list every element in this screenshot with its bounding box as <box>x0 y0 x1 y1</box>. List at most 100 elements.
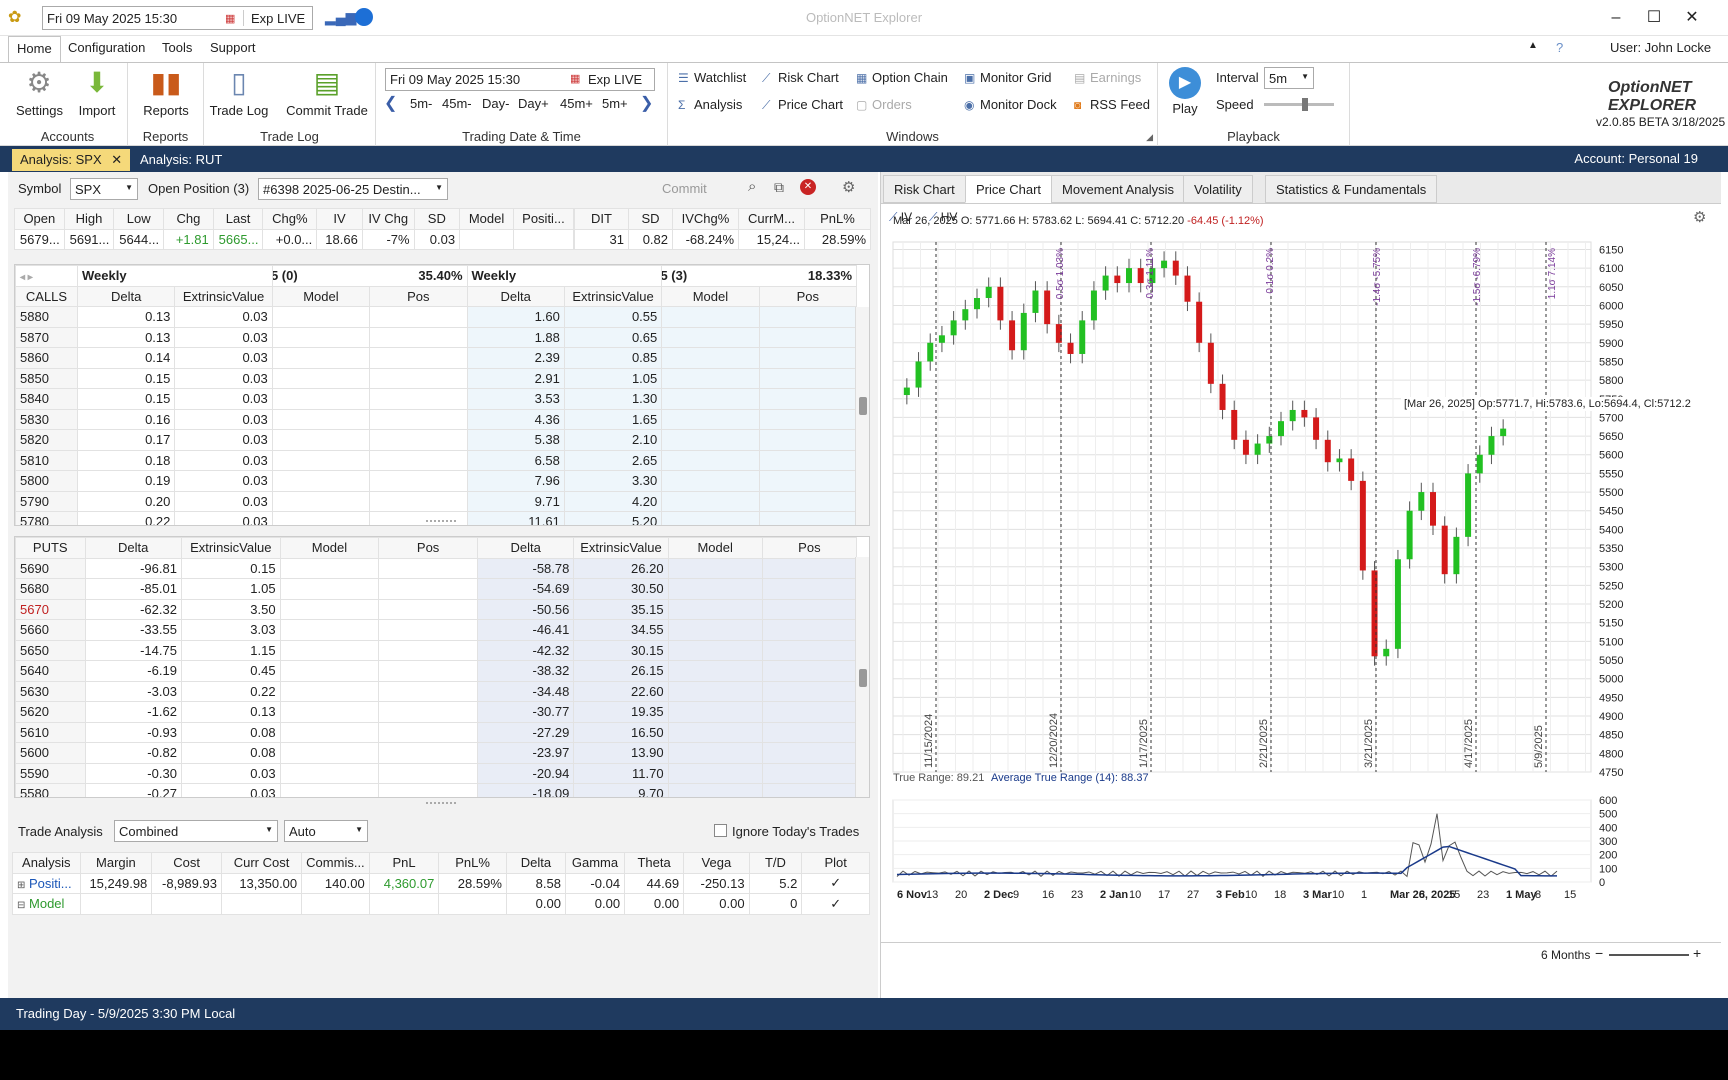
nav-45m-forward[interactable]: 45m+ <box>560 96 593 111</box>
pos-cell[interactable] <box>761 783 858 797</box>
nav-5m-back[interactable]: 5m- <box>410 96 432 111</box>
model-cell[interactable] <box>667 701 763 723</box>
strike-cell[interactable]: 5610 <box>15 721 86 743</box>
speed-slider[interactable] <box>1264 98 1334 111</box>
delta-cell[interactable]: -0.27 <box>84 783 182 797</box>
pos-cell[interactable] <box>758 490 858 512</box>
nav-day-forward[interactable]: Day+ <box>518 96 549 111</box>
pos-cell[interactable] <box>758 511 858 525</box>
model-cell[interactable] <box>661 388 760 410</box>
extrinsic-cell[interactable]: 0.13 <box>180 701 281 723</box>
trade-log-button[interactable]: ▯ Trade Log <box>208 65 270 118</box>
model-cell[interactable] <box>667 783 763 797</box>
delta-cell[interactable]: -0.30 <box>84 762 182 784</box>
delta-cell[interactable]: -46.41 <box>476 619 575 641</box>
gear-icon[interactable]: ⚙ <box>842 178 855 196</box>
interval-select[interactable]: 5m ▼ <box>1264 67 1314 89</box>
delta-cell[interactable]: 0.22 <box>76 511 176 525</box>
zoom-in-icon[interactable]: + <box>1693 945 1701 961</box>
strike-cell[interactable]: 5680 <box>15 578 86 600</box>
watchlist-button[interactable]: ☰ Watchlist <box>678 70 746 85</box>
pos-cell[interactable] <box>758 408 858 430</box>
ignore-trades-checkbox[interactable] <box>714 824 727 837</box>
model-cell[interactable] <box>279 762 380 784</box>
model-cell[interactable] <box>667 578 763 600</box>
strike-cell[interactable]: 5580 <box>15 783 86 797</box>
pos-cell[interactable] <box>761 742 858 764</box>
collapse-ribbon-icon[interactable]: ▲ <box>1528 40 1538 51</box>
delta-cell[interactable]: -30.77 <box>476 701 575 723</box>
analysis-button[interactable]: Σ Analysis <box>678 97 742 112</box>
pos-cell[interactable] <box>369 490 468 512</box>
delta-cell[interactable]: -3.03 <box>84 680 182 702</box>
model-cell[interactable] <box>271 388 371 410</box>
delta-cell[interactable]: -58.78 <box>476 557 575 579</box>
extrinsic-cell[interactable]: 30.50 <box>573 578 669 600</box>
pos-cell[interactable] <box>369 388 468 410</box>
extrinsic-cell[interactable]: 26.20 <box>573 557 669 579</box>
option-row[interactable]: 5650 -14.75 1.15 -42.32 30.15 <box>15 639 858 661</box>
option-row[interactable]: 5850 0.15 0.03 2.91 1.05 <box>15 367 858 389</box>
pos-cell[interactable] <box>369 408 468 430</box>
extrinsic-cell[interactable]: 26.15 <box>573 660 669 682</box>
option-row[interactable]: 5690 -96.81 0.15 -58.78 26.20 <box>15 557 858 579</box>
model-cell[interactable] <box>661 408 760 430</box>
pos-cell[interactable] <box>378 783 478 797</box>
pos-cell[interactable] <box>378 578 478 600</box>
strike-cell[interactable]: 5630 <box>15 680 86 702</box>
option-row[interactable]: 5590 -0.30 0.03 -20.94 11.70 <box>15 762 858 784</box>
pos-cell[interactable] <box>369 449 468 471</box>
tab-volatility[interactable]: Volatility <box>1183 175 1253 203</box>
delta-cell[interactable]: 1.88 <box>466 326 565 348</box>
option-row[interactable]: 5820 0.17 0.03 5.38 2.10 <box>15 429 858 451</box>
orders-button[interactable]: ▢ Orders <box>856 97 912 112</box>
pos-cell[interactable] <box>758 429 858 451</box>
pos-cell[interactable] <box>369 347 468 369</box>
pos-cell[interactable] <box>378 762 478 784</box>
model-cell[interactable] <box>271 490 371 512</box>
delta-cell[interactable]: 4.36 <box>466 408 565 430</box>
extrinsic-cell[interactable]: 1.05 <box>180 578 281 600</box>
strike-cell[interactable]: 5600 <box>15 742 86 764</box>
rss-feed-button[interactable]: ◙ RSS Feed <box>1074 97 1150 112</box>
scrollbar-thumb[interactable] <box>859 397 867 415</box>
play-button[interactable]: ▶ Play <box>1162 65 1208 116</box>
model-cell[interactable] <box>279 742 380 764</box>
pos-cell[interactable] <box>378 639 478 661</box>
model-cell[interactable] <box>667 660 763 682</box>
extrinsic-cell[interactable]: 2.10 <box>563 429 663 451</box>
strike-cell[interactable]: 5780 <box>15 511 78 525</box>
extrinsic-cell[interactable]: 0.03 <box>174 429 273 451</box>
delta-cell[interactable]: 2.91 <box>466 367 565 389</box>
extrinsic-cell[interactable]: 0.03 <box>174 490 273 512</box>
pos-cell[interactable] <box>761 639 858 661</box>
extrinsic-cell[interactable]: 0.08 <box>180 721 281 743</box>
risk-chart-button[interactable]: ⟋ Risk Chart <box>762 70 839 86</box>
strike-cell[interactable]: 5640 <box>15 660 86 682</box>
delta-cell[interactable]: -96.81 <box>84 557 182 579</box>
model-cell[interactable] <box>279 660 380 682</box>
model-cell[interactable] <box>271 408 371 430</box>
delta-cell[interactable]: 3.53 <box>466 388 565 410</box>
model-cell[interactable] <box>667 557 763 579</box>
model-cell[interactable] <box>667 619 763 641</box>
pos-cell[interactable] <box>761 660 858 682</box>
pos-cell[interactable] <box>758 449 858 471</box>
model-cell[interactable] <box>271 306 371 328</box>
extrinsic-cell[interactable]: 34.55 <box>573 619 669 641</box>
pos-cell[interactable] <box>369 470 468 492</box>
delta-cell[interactable]: 2.39 <box>466 347 565 369</box>
extrinsic-cell[interactable]: 3.30 <box>563 470 663 492</box>
model-cell[interactable] <box>271 367 371 389</box>
extrinsic-cell[interactable]: 0.03 <box>174 306 273 328</box>
delta-cell[interactable]: 0.15 <box>76 367 176 389</box>
strike-cell[interactable]: 5670 <box>15 598 86 620</box>
calendar-icon[interactable]: ▦ <box>570 72 580 85</box>
model-cell[interactable] <box>279 619 380 641</box>
tab-analysis-rut[interactable]: Analysis: RUT <box>132 149 230 171</box>
extrinsic-cell[interactable]: 0.55 <box>563 306 663 328</box>
search-icon[interactable]: ⌕ <box>748 178 756 195</box>
option-row[interactable]: 5610 -0.93 0.08 -27.29 16.50 <box>15 721 858 743</box>
delta-cell[interactable]: 7.96 <box>466 470 565 492</box>
collapse-icon[interactable]: ⊟ <box>17 900 25 911</box>
